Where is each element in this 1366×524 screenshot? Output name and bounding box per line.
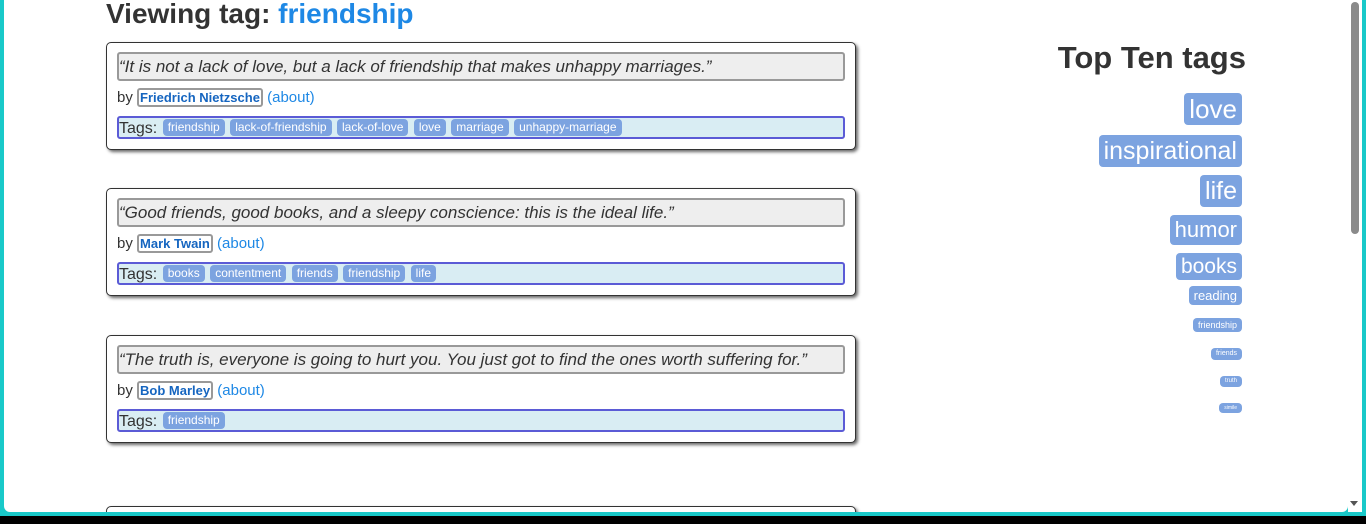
tag-link[interactable]: friendship	[343, 265, 406, 283]
page-title-prefix: Viewing tag:	[106, 0, 271, 29]
top-tag-item[interactable]: simile	[1219, 403, 1242, 413]
quote-text: “The truth is, everyone is going to hurt…	[117, 345, 845, 374]
author-about-link[interactable]: (about)	[217, 382, 265, 399]
tag-link[interactable]: friends	[291, 265, 338, 283]
tag-link[interactable]: books	[162, 265, 205, 283]
by-label: by	[117, 235, 133, 252]
quote-card: “Good friends, good books, and a sleepy …	[106, 188, 856, 296]
top-tag-item[interactable]: love	[1184, 93, 1242, 125]
author-line: by Mark Twain (about)	[117, 234, 845, 254]
top-tag-item[interactable]: reading	[1188, 286, 1242, 305]
tags-row: Tags: friendship lack-of-friendship lack…	[117, 116, 845, 139]
top-tag-item[interactable]: friendship	[1192, 318, 1242, 332]
author-name: Mark Twain	[137, 234, 213, 253]
tag-link[interactable]: life	[410, 265, 436, 283]
top-tag-item[interactable]: truth	[1219, 376, 1242, 387]
browser-frame: Viewing tag: friendship “It is not a lac…	[0, 0, 1366, 516]
top-tag-item[interactable]: life	[1200, 175, 1242, 207]
top-tag-item[interactable]: humor	[1169, 215, 1242, 245]
top-tags-list: love inspirational life humor books read…	[1042, 93, 1242, 416]
tag-link[interactable]: lack-of-love	[337, 119, 409, 137]
author-name: Friedrich Nietzsche	[137, 88, 263, 107]
quote-text: “Good friends, good books, and a sleepy …	[117, 198, 845, 227]
author-about-link[interactable]: (about)	[267, 89, 315, 106]
tag-link[interactable]: friendship	[162, 412, 225, 430]
tags-label: Tags:	[119, 120, 158, 137]
author-about-link[interactable]: (about)	[217, 235, 265, 252]
top-tag-item[interactable]: books	[1175, 253, 1242, 280]
tag-link[interactable]: lack-of-friendship	[230, 119, 332, 137]
page-viewport: Viewing tag: friendship “It is not a lac…	[4, 0, 1348, 512]
author-line: by Friedrich Nietzsche (about)	[117, 88, 845, 108]
tags-label: Tags:	[119, 266, 158, 283]
tag-link[interactable]: unhappy-marriage	[514, 119, 622, 137]
tag-link[interactable]: contentment	[210, 265, 287, 283]
tag-link[interactable]: love	[413, 119, 446, 137]
quote-card-partial	[106, 506, 856, 512]
top-tag-item[interactable]: friends	[1210, 348, 1242, 360]
tag-link[interactable]: marriage	[451, 119, 509, 137]
tags-row: Tags: friendship	[117, 409, 845, 432]
author-line: by Bob Marley (about)	[117, 381, 845, 401]
scrollbar-thumb[interactable]	[1351, 2, 1359, 234]
quote-text: “It is not a lack of love, but a lack of…	[117, 52, 845, 81]
quote-card: “It is not a lack of love, but a lack of…	[106, 42, 856, 150]
sidebar-title: Top Ten tags	[1057, 40, 1246, 75]
by-label: by	[117, 382, 133, 399]
by-label: by	[117, 89, 133, 106]
tags-label: Tags:	[119, 413, 158, 430]
tag-link[interactable]: friendship	[162, 119, 225, 137]
current-tag-link[interactable]: friendship	[278, 0, 413, 29]
tags-row: Tags: books contentment friends friendsh…	[117, 262, 845, 285]
author-name: Bob Marley	[137, 381, 214, 400]
quote-card: “The truth is, everyone is going to hurt…	[106, 335, 856, 443]
scroll-down-arrow-icon[interactable]	[1350, 501, 1358, 506]
top-tag-item[interactable]: inspirational	[1098, 135, 1242, 167]
page-title: Viewing tag: friendship	[106, 0, 414, 30]
vertical-scrollbar[interactable]	[1348, 0, 1362, 512]
